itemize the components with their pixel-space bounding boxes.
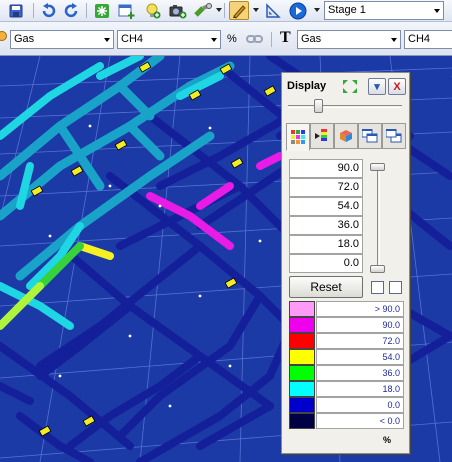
- opacity-slider-thumb[interactable]: [314, 99, 324, 113]
- chevron-down-icon: [387, 31, 400, 48]
- color-by-field-value: CH4: [121, 33, 144, 45]
- opacity-slider-track: [288, 105, 402, 108]
- legend-row: 18.0: [289, 381, 404, 397]
- legend-value: 54.0: [316, 349, 404, 365]
- camera-icon[interactable]: [168, 1, 188, 20]
- range-value-field[interactable]: 18.0: [289, 235, 363, 254]
- range-slider-track: [377, 165, 380, 269]
- legend-swatch[interactable]: [289, 317, 315, 333]
- redo-icon[interactable]: [62, 1, 82, 20]
- legend-row: 0.0: [289, 397, 404, 413]
- panel-title: Display: [287, 80, 327, 92]
- chevron-down-icon: [430, 2, 443, 19]
- play-dropdown-arrow[interactable]: [314, 8, 320, 12]
- color-by-field-select[interactable]: CH4: [117, 30, 221, 49]
- close-button[interactable]: X: [388, 78, 406, 95]
- option-checkbox-2[interactable]: [389, 281, 402, 294]
- tab-color-grid[interactable]: [286, 123, 310, 151]
- chevron-down-icon: [207, 31, 220, 48]
- option-checkbox-1[interactable]: [371, 281, 384, 294]
- tab-window-front[interactable]: [358, 123, 382, 149]
- pen-icon[interactable]: [229, 1, 249, 20]
- toolbar-separator: [271, 32, 272, 47]
- pen-dropdown-arrow[interactable]: [253, 8, 259, 12]
- window-back-icon: [386, 129, 402, 143]
- toolbar-separator: [33, 3, 34, 18]
- text-icon: T: [280, 29, 291, 46]
- range-value-field[interactable]: 90.0: [289, 159, 363, 178]
- legend-swatch[interactable]: [289, 349, 315, 365]
- legend-row: 72.0: [289, 333, 404, 349]
- color-toolbar: Gas CH4 % T Gas CH4: [0, 22, 452, 56]
- pipe-icon[interactable]: [193, 1, 213, 20]
- toolbar-separator: [224, 3, 225, 18]
- range-value-field[interactable]: 0.0: [289, 254, 363, 273]
- text-by-type-select[interactable]: Gas: [297, 30, 401, 49]
- legend-row: > 90.0: [289, 301, 404, 317]
- legend-value: 0.0: [316, 397, 404, 413]
- collapse-button[interactable]: ▾: [368, 78, 386, 95]
- legend-swatch[interactable]: [289, 365, 315, 381]
- color-units-label: %: [227, 33, 237, 45]
- color-by-icon: [0, 31, 7, 41]
- legend-row: 90.0: [289, 317, 404, 333]
- legend-row: < 0.0: [289, 413, 404, 429]
- legend-value: < 0.0: [316, 413, 404, 429]
- snowflake-icon[interactable]: [92, 1, 112, 20]
- bulb-icon[interactable]: [143, 1, 163, 20]
- legend-unit: %: [383, 435, 392, 445]
- legend-swatch[interactable]: [289, 397, 315, 413]
- undo-icon[interactable]: [38, 1, 58, 20]
- legend-value: 36.0: [316, 365, 404, 381]
- legend-swatch[interactable]: [289, 381, 315, 397]
- legend-value: 18.0: [316, 381, 404, 397]
- move-arrows-icon[interactable]: [341, 78, 359, 95]
- color-by-type-value: Gas: [14, 33, 35, 45]
- tab-color-scale[interactable]: [310, 123, 334, 149]
- chevron-down-icon: [100, 31, 113, 48]
- tab-3d-view[interactable]: [334, 123, 358, 149]
- text-by-field-select[interactable]: CH4: [404, 30, 452, 49]
- tab-window-back[interactable]: [382, 123, 406, 149]
- range-slider-top-thumb[interactable]: [370, 163, 385, 171]
- panel-tabs: [286, 123, 407, 151]
- legend-swatch[interactable]: [289, 301, 315, 317]
- link-icon[interactable]: [245, 29, 265, 48]
- reset-button[interactable]: Reset: [289, 276, 363, 298]
- color-by-type-select[interactable]: Gas: [10, 30, 114, 49]
- stage-select[interactable]: Stage 1: [324, 1, 444, 20]
- color-scale-icon: [315, 129, 327, 141]
- legend-value: > 90.0: [316, 301, 404, 317]
- save-icon[interactable]: [6, 1, 26, 20]
- display-panel: Display ▾ X 90.0 72.0 54.0 36.0 18.0 0.0 Rese…: [281, 72, 410, 454]
- cube-icon: [340, 130, 352, 142]
- legend-row: 36.0: [289, 365, 404, 381]
- legend-value: 90.0: [316, 317, 404, 333]
- add-window-icon[interactable]: [117, 1, 137, 20]
- play-icon[interactable]: [288, 1, 308, 20]
- range-value-field[interactable]: 54.0: [289, 197, 363, 216]
- range-slider-bottom-thumb[interactable]: [370, 265, 385, 273]
- text-by-type-value: Gas: [301, 33, 322, 45]
- range-value-field[interactable]: 36.0: [289, 216, 363, 235]
- main-toolbar: Stage 1: [0, 0, 452, 22]
- legend-swatch[interactable]: [289, 413, 315, 429]
- measure-icon[interactable]: [263, 1, 283, 20]
- legend-value: 72.0: [316, 333, 404, 349]
- legend-swatch[interactable]: [289, 333, 315, 349]
- pipe-dropdown-arrow[interactable]: [216, 8, 222, 12]
- color-grid-icon: [291, 130, 305, 144]
- range-value-field[interactable]: 72.0: [289, 178, 363, 197]
- text-by-field-value: CH4: [408, 33, 431, 45]
- stage-select-value: Stage 1: [328, 4, 366, 16]
- window-front-icon: [362, 129, 378, 143]
- toolbar-separator: [86, 3, 87, 18]
- legend-row: 54.0: [289, 349, 404, 365]
